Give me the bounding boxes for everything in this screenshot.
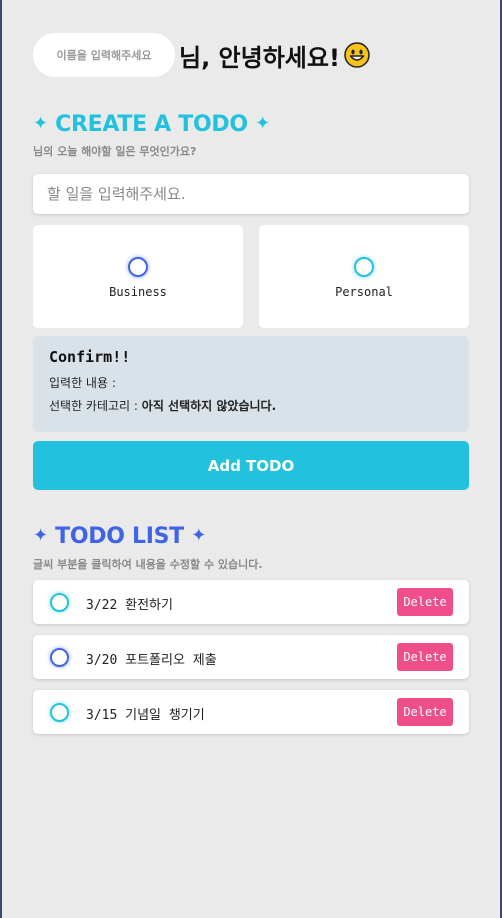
- business-radio[interactable]: [128, 257, 148, 277]
- category-personal-option[interactable]: Personal: [259, 225, 469, 328]
- category-business-option[interactable]: Business: [33, 225, 243, 328]
- todo-list-title-text: TODO LIST: [55, 524, 184, 549]
- personal-radio[interactable]: [354, 257, 374, 277]
- confirm-input-row: 입력한 내용 :: [49, 374, 453, 391]
- confirm-panel: Confirm!! 입력한 내용 : 선택한 카테고리 : 아직 선택하지 않았…: [33, 336, 469, 432]
- confirm-category-label: 선택한 카테고리 :: [49, 399, 138, 413]
- sparkle-icon: ✦: [255, 113, 270, 134]
- grinning-face-icon: [344, 42, 370, 68]
- todo-item: 3/20 포트폴리오 제출 Delete: [33, 635, 469, 679]
- confirm-input-label: 입력한 내용 :: [49, 376, 116, 390]
- greeting-row: 님, 안녕하세요!: [33, 33, 370, 77]
- todo-text[interactable]: 3/22 환전하기: [86, 594, 173, 613]
- category-label: Personal: [335, 285, 393, 299]
- greeting-text: 님, 안녕하세요!: [179, 43, 340, 72]
- name-input[interactable]: [33, 33, 175, 77]
- sparkle-icon: ✦: [191, 525, 207, 546]
- todo-input[interactable]: [33, 174, 469, 214]
- todo-text[interactable]: 3/15 기념일 챙기기: [86, 704, 205, 723]
- todo-item: 3/22 환전하기 Delete: [33, 580, 469, 624]
- create-todo-title-text: CREATE A TODO: [55, 112, 248, 137]
- delete-button[interactable]: Delete: [397, 643, 453, 671]
- create-todo-title: ✦ CREATE A TODO ✦: [33, 112, 270, 137]
- delete-button[interactable]: Delete: [397, 698, 453, 726]
- todo-checkbox[interactable]: [50, 648, 69, 667]
- todo-checkbox[interactable]: [50, 593, 69, 612]
- window-edge-left: [0, 0, 2, 918]
- confirm-title: Confirm!!: [49, 348, 131, 366]
- todo-list-subtitle: 글씨 부분을 클릭하여 내용을 수정할 수 있습니다.: [33, 558, 263, 571]
- add-todo-button[interactable]: Add TODO: [33, 441, 469, 490]
- todo-list-title: ✦ TODO LIST ✦: [33, 524, 206, 549]
- sparkle-icon: ✦: [33, 525, 48, 546]
- create-todo-subtitle: 님의 오늘 해야할 일은 무엇인가요?: [33, 145, 197, 158]
- confirm-category-row: 선택한 카테고리 : 아직 선택하지 않았습니다.: [49, 397, 453, 414]
- sparkle-icon: ✦: [33, 113, 48, 134]
- confirm-category-value: 아직 선택하지 않았습니다.: [141, 399, 277, 413]
- todo-list: 3/22 환전하기 Delete 3/20 포트폴리오 제출 Delete 3/…: [33, 580, 469, 745]
- category-selector: Business Personal: [33, 225, 469, 328]
- todo-checkbox[interactable]: [50, 703, 69, 722]
- category-label: Business: [109, 285, 167, 299]
- todo-item: 3/15 기념일 챙기기 Delete: [33, 690, 469, 734]
- delete-button[interactable]: Delete: [397, 588, 453, 616]
- todo-text[interactable]: 3/20 포트폴리오 제출: [86, 649, 217, 668]
